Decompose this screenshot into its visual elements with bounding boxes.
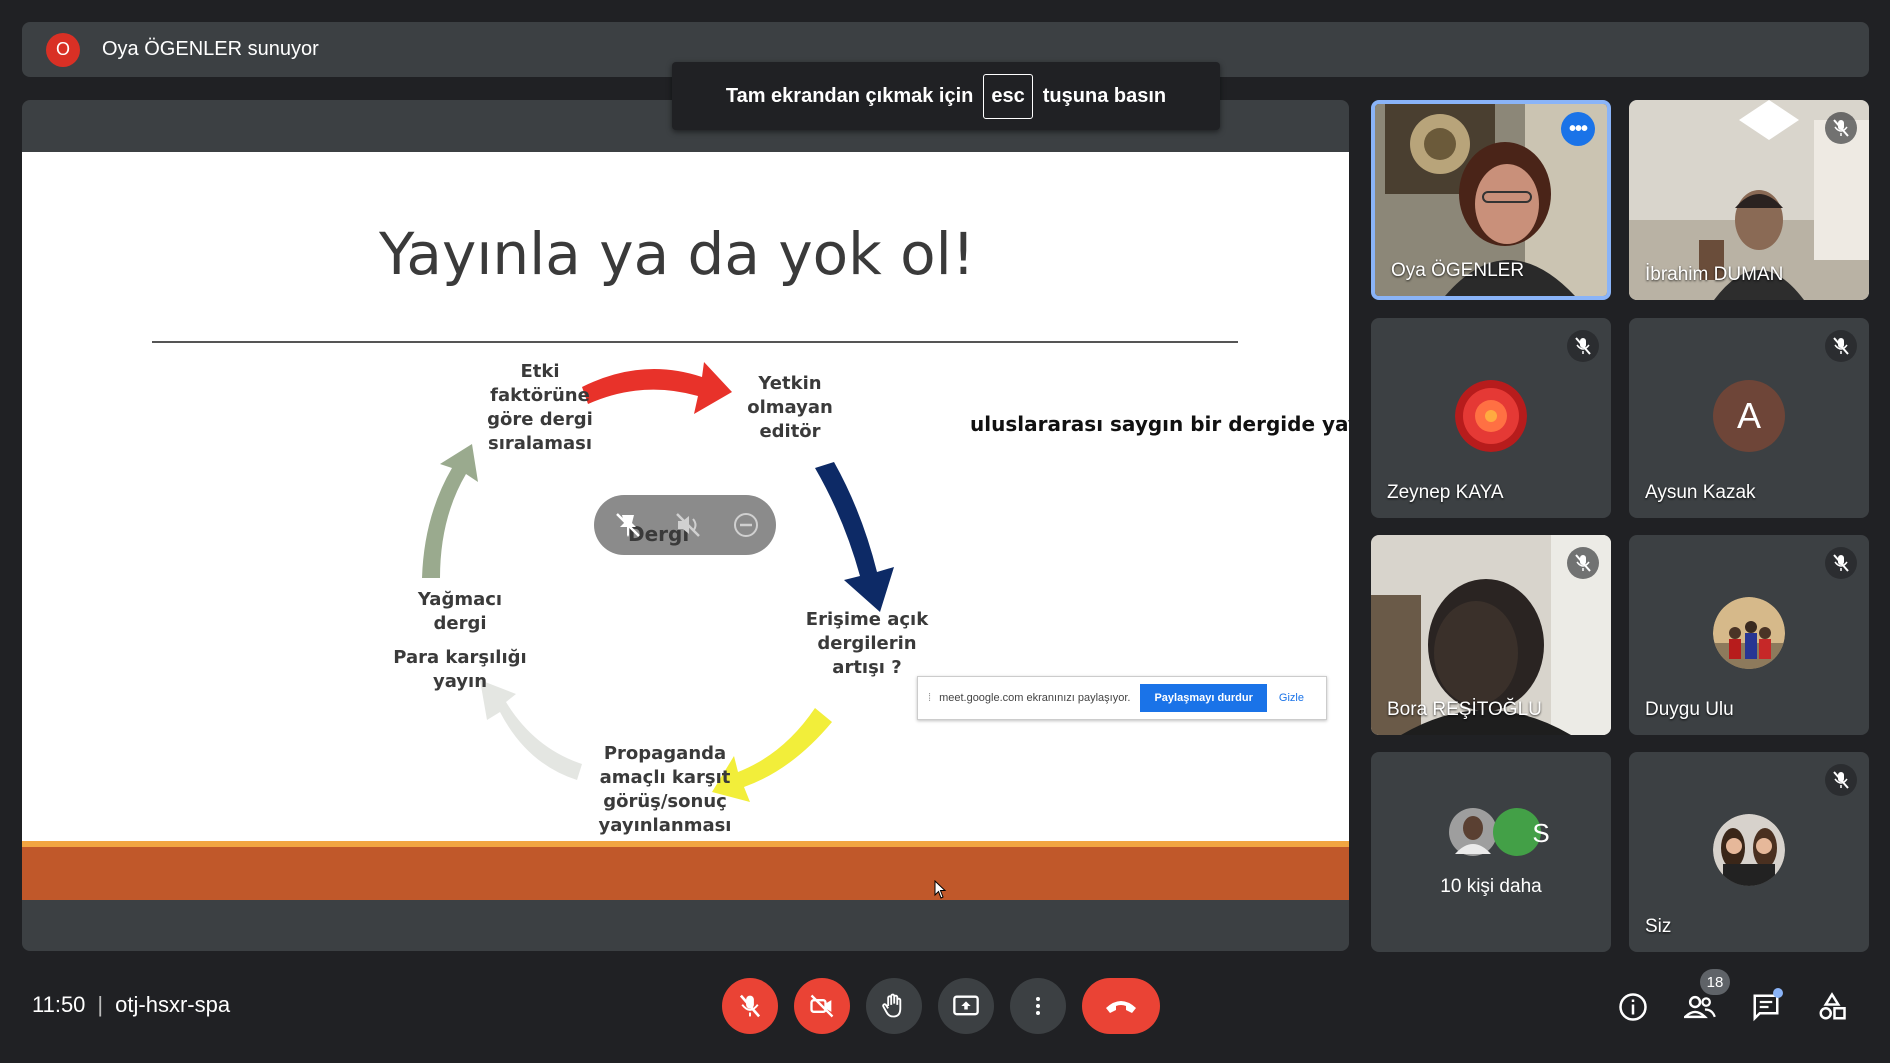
slide-side-note: uluslararası saygın bir dergide yayın [970,412,1349,436]
clock-time: 11:50 [32,992,86,1017]
cycle-paid-publication: Para karşılığı yayın [393,647,527,692]
meeting-details-button[interactable] [1616,990,1650,1024]
stop-sharing-button[interactable]: Paylaşmayı durdur [1140,684,1267,712]
participant-tile[interactable]: Bora REŞİTOĞLU [1371,535,1611,735]
mic-off-icon [1567,547,1599,579]
activities-button[interactable] [1815,990,1849,1024]
more-options-icon[interactable]: ••• [1561,112,1595,146]
pin-off-icon[interactable] [612,509,644,541]
participant-tile[interactable]: ••• Oya ÖGENLER [1371,100,1611,300]
participant-tile[interactable]: Zeynep KAYA [1371,318,1611,518]
participant-tile-self[interactable]: Siz [1629,752,1869,952]
participant-name: İbrahim DUMAN [1645,264,1784,285]
presenter-avatar: O [46,32,80,67]
meet-window: O Oya ÖGENLER sunuyor Yayınla ya da yok … [0,0,1890,1063]
toast-text-after: tuşuna basın [1042,84,1167,107]
slide: Yayınla ya da yok ol! Etki faktörüne gör… [22,152,1349,900]
navy-arrow [815,462,894,612]
presenter-label: Oya ÖGENLER sunuyor [102,38,319,60]
mic-off-icon [1825,112,1857,144]
participant-tile[interactable]: A Aysun Kazak [1629,318,1869,518]
participant-avatar [1455,380,1527,452]
participant-name: Aysun Kazak [1645,482,1756,503]
microphone-toggle-button[interactable] [722,978,778,1034]
mouse-cursor-icon [934,880,947,899]
present-screen-button[interactable] [938,978,994,1034]
fullscreen-exit-toast: Tam ekrandan çıkmak için esc tuşuna bası… [672,62,1220,130]
call-end-icon [1106,1001,1136,1013]
camera-toggle-button[interactable] [794,978,850,1034]
chat-notification-dot [1773,988,1783,998]
cycle-open-access: Erişime açık dergilerin artışı ? [805,609,929,678]
screen-share-banner: ⁞ meet.google.com ekranınızı paylaşıyor.… [917,676,1327,720]
mic-off-icon [739,994,761,1018]
activities-icon [1819,992,1846,1020]
minimize-icon[interactable] [730,509,762,541]
participant-name: Siz [1645,916,1672,937]
participant-name: Oya ÖGENLER [1391,260,1525,281]
info-icon [1619,993,1647,1021]
presentation-stage: Yayınla ya da yok ol! Etki faktörüne gör… [22,100,1349,951]
participant-tile-overflow[interactable]: S 10 kişi daha [1371,752,1611,952]
gray-arrow [480,680,582,780]
sage-arrow [422,444,478,578]
participant-name: Zeynep KAYA [1387,482,1504,503]
mute-audio-icon[interactable] [672,509,704,541]
leave-call-button[interactable] [1082,978,1160,1034]
mic-off-icon [1567,330,1599,362]
meeting-code: otj-hsxr-spa [115,992,231,1017]
present-screen-icon [953,995,979,1016]
overflow-avatar-letter: S [1532,818,1550,848]
cycle-predatory: Yağmacı dergi [417,589,503,634]
meeting-info: 11:50 | otj-hsxr-spa [32,992,230,1018]
participant-name: Bora REŞİTOĞLU [1387,699,1542,720]
drag-handle-icon[interactable]: ⁞ [928,692,931,704]
cycle-propaganda: Propaganda amaçlı karşıt görüş/sonuç yay… [598,743,732,836]
slide-footer [22,847,1349,900]
mic-off-icon [1825,330,1857,362]
mic-off-icon [1825,764,1857,796]
overflow-label: 10 kişi daha [1440,876,1542,897]
participant-avatar: A [1713,380,1785,452]
share-banner-text: meet.google.com ekranınızı paylaşıyor. [939,692,1131,704]
toast-text-before: Tam ekrandan çıkmak için [725,84,974,107]
raise-hand-button[interactable] [866,978,922,1034]
more-vert-icon [1036,997,1040,1015]
esc-key: esc [983,73,1033,119]
camera-off-icon [810,994,834,1018]
hide-banner-button[interactable]: Gizle [1279,692,1304,704]
participant-tile[interactable]: Duygu Ulu [1629,535,1869,735]
separator: | [97,992,104,1017]
cycle-editor: Yetkin olmayan editör [747,373,833,442]
show-everyone-button[interactable] [1683,990,1717,1024]
participant-avatar [1713,814,1785,886]
participant-avatar [1713,597,1785,669]
more-options-button[interactable] [1010,978,1066,1034]
participant-tile[interactable]: İbrahim DUMAN [1629,100,1869,300]
people-icon [1684,995,1716,1019]
cycle-impact-factor: Etki faktörüne göre dergi sıralaması [487,361,593,454]
people-count-badge: 18 [1700,969,1730,995]
participant-name: Duygu Ulu [1645,699,1734,720]
hand-icon [882,993,902,1018]
mic-off-icon [1825,547,1857,579]
